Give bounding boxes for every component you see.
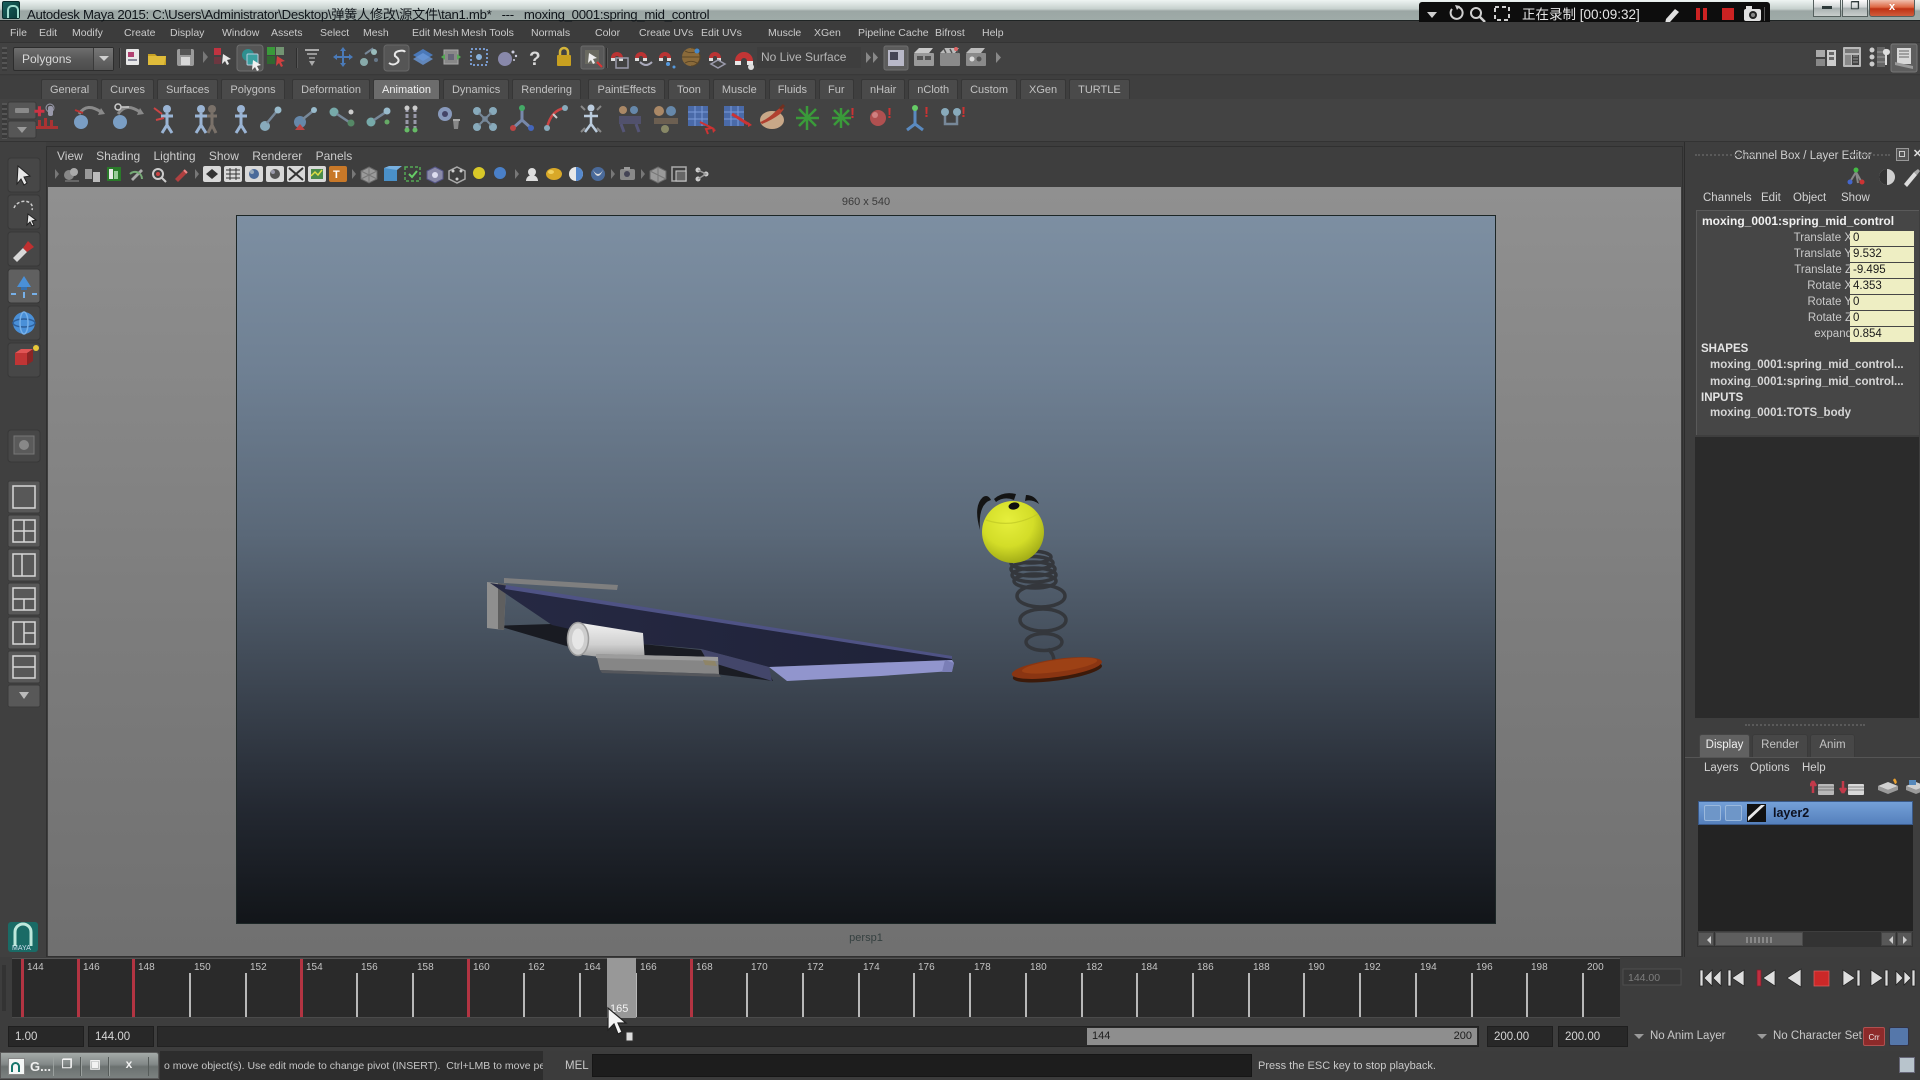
- svg-text:178: 178: [974, 962, 991, 973]
- svg-text:154: 154: [306, 962, 323, 973]
- svg-text:?: ?: [529, 49, 541, 70]
- svg-text:T: T: [333, 169, 340, 181]
- svg-text:162: 162: [528, 962, 545, 973]
- svg-text:164: 164: [584, 962, 601, 973]
- svg-text:180: 180: [1030, 962, 1047, 973]
- svg-text:188: 188: [1253, 962, 1270, 973]
- svg-text:168: 168: [696, 962, 713, 973]
- svg-text:198: 198: [1531, 962, 1548, 973]
- svg-text:152: 152: [250, 962, 267, 973]
- svg-text:!: !: [961, 104, 966, 121]
- svg-text:150: 150: [194, 962, 211, 973]
- svg-text:!: !: [924, 104, 929, 121]
- svg-text:174: 174: [863, 962, 880, 973]
- svg-text:160: 160: [473, 962, 490, 973]
- svg-text:194: 194: [1420, 962, 1437, 973]
- svg-text:165: 165: [610, 1003, 628, 1015]
- svg-text:!: !: [850, 105, 855, 122]
- svg-text:158: 158: [417, 962, 434, 973]
- svg-text:MAYA: MAYA: [12, 945, 31, 952]
- svg-text:190: 190: [1308, 962, 1325, 973]
- svg-text:196: 196: [1476, 962, 1493, 973]
- svg-text:146: 146: [83, 962, 100, 973]
- svg-text:156: 156: [361, 962, 378, 973]
- svg-text:144: 144: [27, 962, 44, 973]
- svg-text:182: 182: [1086, 962, 1103, 973]
- svg-text:172: 172: [807, 962, 824, 973]
- svg-text:正在录制 [00:09:32]: 正在录制 [00:09:32]: [1522, 7, 1640, 22]
- svg-text:144.00: 144.00: [1628, 972, 1660, 984]
- svg-text:186: 186: [1197, 962, 1214, 973]
- svg-text:192: 192: [1364, 962, 1381, 973]
- svg-text:148: 148: [138, 962, 155, 973]
- svg-text:✚: ✚: [34, 104, 45, 119]
- svg-text:176: 176: [918, 962, 935, 973]
- svg-text:200: 200: [1587, 962, 1604, 973]
- svg-text:170: 170: [751, 962, 768, 973]
- svg-text:166: 166: [640, 962, 657, 973]
- svg-text:!: !: [887, 105, 892, 122]
- svg-text:184: 184: [1141, 962, 1158, 973]
